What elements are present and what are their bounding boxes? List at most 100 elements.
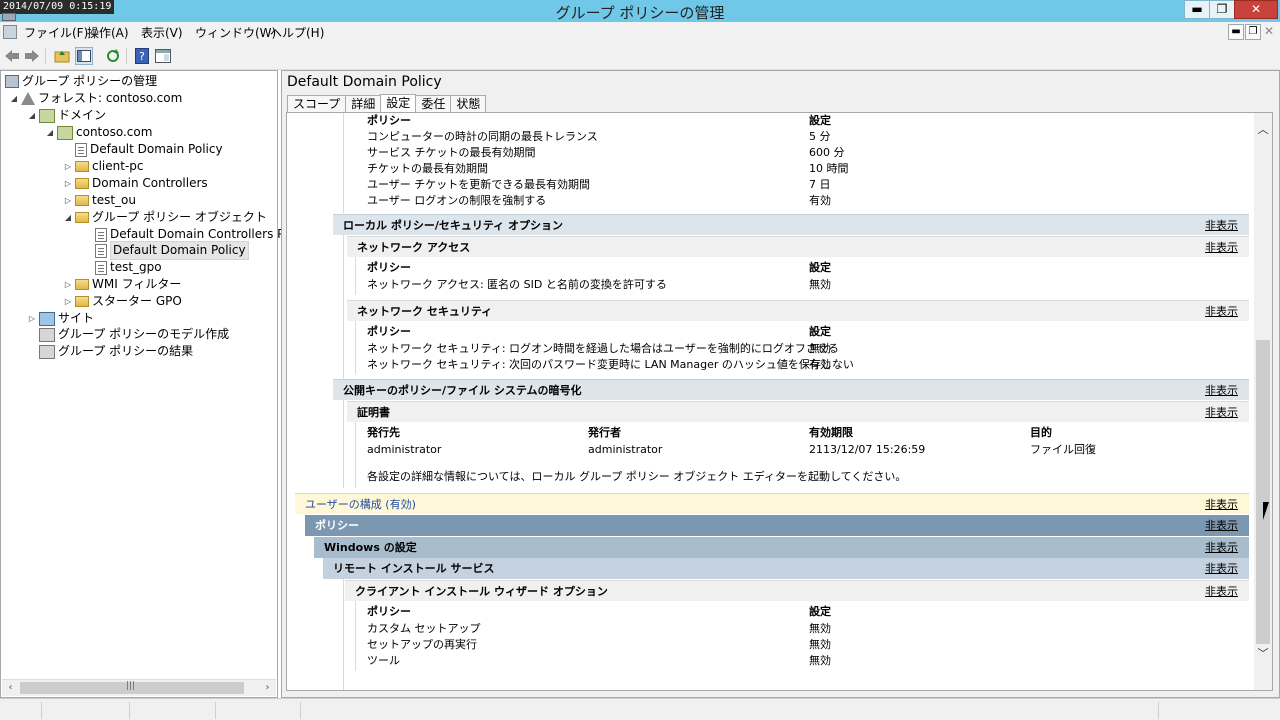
tab-settings[interactable]: 設定	[380, 94, 417, 113]
hide-link[interactable]: 非表示	[1205, 215, 1238, 236]
section-policies: ポリシー 非表示	[305, 515, 1249, 536]
scroll-right-icon[interactable]: ›	[259, 680, 276, 696]
policy-value: 5 分	[809, 130, 831, 143]
policy-value: 無効	[809, 622, 831, 635]
policy-value: 無効	[809, 342, 831, 355]
help-button[interactable]: ?	[133, 47, 151, 65]
hide-link[interactable]: 非表示	[1205, 380, 1238, 401]
section-title: 公開キーのポリシー/ファイル システムの暗号化	[343, 384, 582, 397]
policy-value: 有効	[809, 194, 831, 207]
settings-report: ポリシー 設定 コンピューターの時計の同期の最長トレランス 5 分 サービス チ…	[287, 113, 1252, 690]
menu-action[interactable]: 操作(A)	[87, 24, 129, 41]
close-button[interactable]: ✕	[1234, 0, 1278, 19]
scroll-up-icon[interactable]: ︿	[1254, 121, 1272, 139]
policy-name: ネットワーク セキュリティ: ログオン時間を経過した場合はユーザーを強制的にログ…	[367, 342, 839, 355]
restore-button[interactable]: ❐	[1209, 0, 1235, 19]
expand-arrow-icon[interactable]: ▷	[63, 158, 73, 175]
tree-root[interactable]: グループ ポリシーの管理	[5, 73, 157, 90]
collapse-arrow-icon[interactable]: ◢	[45, 124, 55, 141]
up-folder-button[interactable]	[53, 47, 71, 65]
forward-button[interactable]	[23, 47, 41, 65]
expand-arrow-icon[interactable]: ▷	[63, 175, 73, 192]
back-button[interactable]	[3, 47, 21, 65]
gpo-title: Default Domain Policy	[287, 74, 442, 90]
editor-note: 各設定の詳細な情報については、ローカル グループ ポリシー オブジェクト エディ…	[367, 470, 907, 483]
mdi-restore-button[interactable]: ❐	[1245, 24, 1261, 40]
expand-arrow-icon[interactable]: ▷	[63, 293, 73, 310]
hide-link[interactable]: 非表示	[1205, 515, 1238, 536]
menu-view[interactable]: 表示(V)	[141, 24, 183, 41]
cert-header-issued-by: 発行者	[588, 426, 621, 439]
policy-value: 10 時間	[809, 162, 849, 175]
cert-header-expiration: 有効期限	[809, 426, 853, 439]
show-hide-tree-button[interactable]	[75, 47, 93, 65]
col-setting-header: 設定	[809, 261, 831, 274]
hide-link[interactable]: 非表示	[1205, 301, 1238, 322]
tree-wmi-filters[interactable]: ▷ WMI フィルター	[63, 276, 181, 293]
section-title: ユーザーの構成 (有効)	[305, 498, 416, 511]
tree-domain-contoso[interactable]: ◢ contoso.com	[45, 124, 152, 141]
collapse-arrow-icon[interactable]: ◢	[27, 107, 37, 124]
tab-details[interactable]: 詳細	[345, 95, 382, 113]
col-policy-header: ポリシー	[367, 605, 411, 618]
menu-help[interactable]: ヘルプ(H)	[270, 24, 324, 41]
section-network-access: ネットワーク アクセス 非表示	[347, 236, 1249, 257]
report-vertical-scrollbar[interactable]: ︿ ﹀	[1254, 113, 1272, 690]
scroll-thumb[interactable]	[1256, 340, 1270, 644]
toolbar: ?	[0, 42, 1280, 70]
col-setting-header: 設定	[809, 605, 831, 618]
section-local-security-options: ローカル ポリシー/セキュリティ オプション 非表示	[333, 214, 1249, 235]
tree-domain-controllers[interactable]: ▷ Domain Controllers	[63, 175, 208, 192]
hide-link[interactable]: 非表示	[1205, 581, 1238, 602]
mdi-minimize-button[interactable]: ▬	[1228, 24, 1244, 40]
policy-name: チケットの最長有効期間	[367, 162, 488, 175]
tree-horizontal-scrollbar[interactable]: ‹ ||| ›	[2, 679, 276, 696]
refresh-button[interactable]	[104, 47, 122, 65]
hide-link[interactable]: 非表示	[1205, 402, 1238, 423]
view-pane-button[interactable]	[154, 47, 172, 65]
expand-arrow-icon[interactable]: ▷	[63, 192, 73, 209]
hide-link[interactable]: 非表示	[1205, 237, 1238, 258]
tree-domains[interactable]: ◢ ドメイン	[27, 107, 106, 124]
expand-arrow-icon[interactable]: ▷	[27, 310, 37, 327]
tree-gpo-ddp[interactable]: Default Domain Policy	[95, 241, 249, 260]
section-network-security: ネットワーク セキュリティ 非表示	[347, 300, 1249, 321]
section-certificates: 証明書 非表示	[347, 401, 1249, 422]
policy-value: 無効	[809, 278, 831, 291]
folder-up-icon	[54, 51, 70, 63]
tree-forest[interactable]: ◢ フォレスト: contoso.com	[9, 90, 182, 107]
gpo-icon	[95, 227, 107, 242]
mdi-system-icon[interactable]	[3, 25, 17, 39]
section-ris: リモート インストール サービス 非表示	[323, 558, 1249, 579]
tab-scope[interactable]: スコープ	[287, 95, 347, 113]
tree-client-pc[interactable]: ▷ client-pc	[63, 158, 144, 175]
menu-window[interactable]: ウィンドウ(W)	[195, 24, 276, 41]
tree-starter-gpo[interactable]: ▷ スターター GPO	[63, 293, 182, 310]
tree-test-ou[interactable]: ▷ test_ou	[63, 192, 136, 209]
tree-gp-modeling[interactable]: グループ ポリシーのモデル作成	[39, 326, 229, 343]
mdi-close-icon[interactable]: ✕	[1264, 24, 1274, 38]
tab-status[interactable]: 状態	[450, 95, 487, 113]
hide-link[interactable]: 非表示	[1205, 494, 1238, 515]
ou-folder-icon	[75, 161, 89, 172]
tree-ddp-link[interactable]: Default Domain Policy	[75, 141, 223, 158]
menu-file[interactable]: ファイル(F)	[24, 24, 88, 41]
console-tree: グループ ポリシーの管理 ◢ フォレスト: contoso.com ◢ ドメイン…	[0, 70, 291, 698]
minimize-button[interactable]: ▬	[1184, 0, 1210, 19]
expand-arrow-icon[interactable]: ▷	[63, 276, 73, 293]
tree-gpo-test[interactable]: test_gpo	[95, 259, 162, 276]
hide-link[interactable]: 非表示	[1205, 537, 1238, 558]
tree-sites[interactable]: ▷ サイト	[27, 310, 94, 327]
collapse-arrow-icon[interactable]: ◢	[9, 90, 19, 107]
scroll-left-icon[interactable]: ‹	[2, 680, 19, 696]
tab-delegation[interactable]: 委任	[415, 95, 452, 113]
section-title: リモート インストール サービス	[333, 562, 495, 575]
collapse-arrow-icon[interactable]: ◢	[63, 209, 73, 226]
policy-value: 無効	[809, 654, 831, 667]
tree-gpo-folder[interactable]: ◢ グループ ポリシー オブジェクト	[63, 209, 267, 226]
tree-gp-results[interactable]: グループ ポリシーの結果	[39, 343, 193, 360]
policy-name: カスタム セットアップ	[367, 622, 481, 635]
hide-link[interactable]: 非表示	[1205, 558, 1238, 579]
scroll-down-icon[interactable]: ﹀	[1254, 645, 1272, 663]
forward-arrow-icon	[25, 50, 39, 62]
